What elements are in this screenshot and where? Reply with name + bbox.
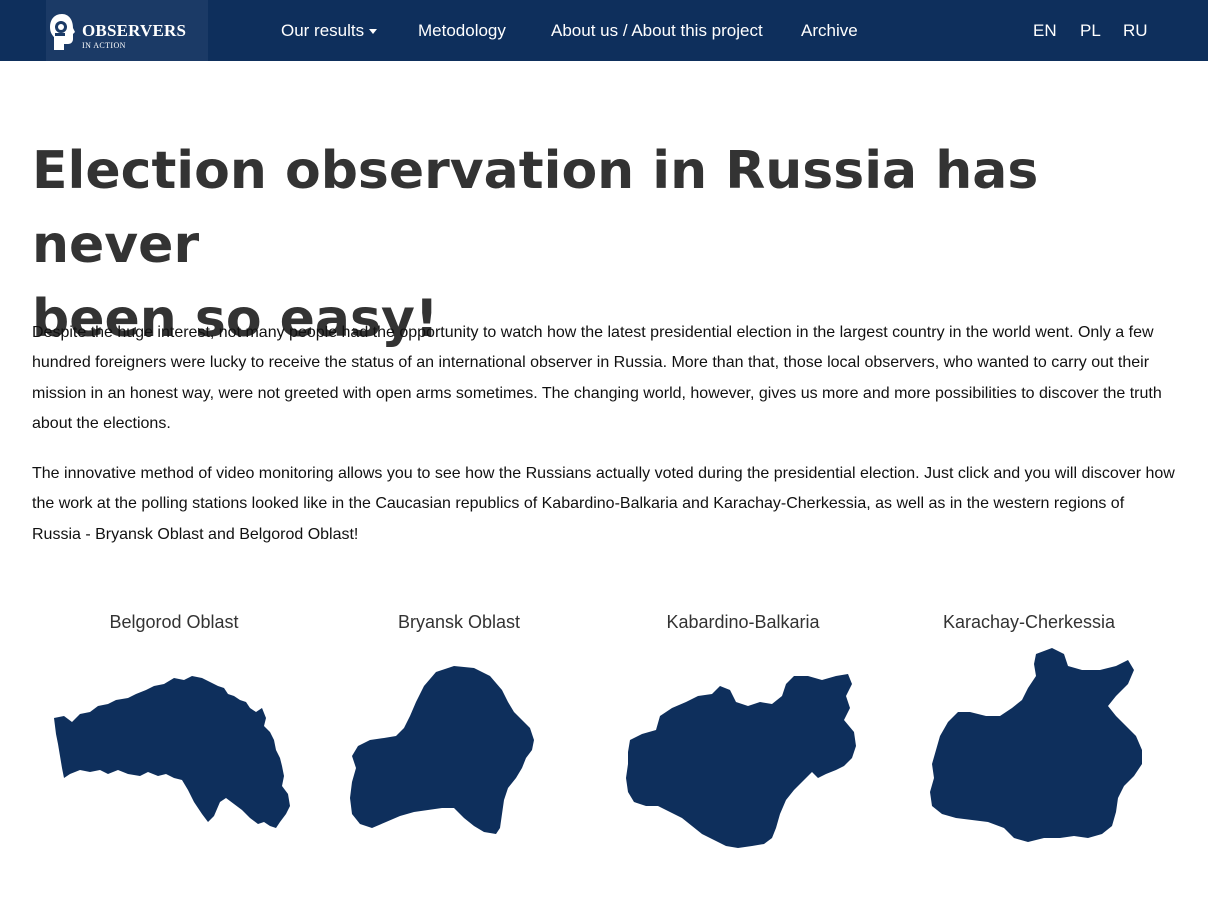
site-logo[interactable]: OBSERVERS IN ACTION — [46, 0, 208, 61]
region-kabardino-balkaria-label[interactable]: Kabardino-Balkaria — [618, 610, 868, 634]
page-title-line-1: Election observation in Russia has never — [32, 141, 1039, 275]
nav-archive[interactable]: Archive — [801, 0, 858, 61]
nav-about-us[interactable]: About us / About this project — [551, 0, 763, 61]
bryansk-map-icon[interactable] — [334, 646, 584, 856]
kabardino-balkaria-map-icon[interactable] — [618, 646, 868, 856]
nav-metodology[interactable]: Metodology — [418, 0, 506, 61]
region-karachay-cherkessia-label[interactable]: Karachay-Cherkessia — [904, 610, 1154, 634]
top-navbar: OBSERVERS IN ACTION Our results Metodolo… — [0, 0, 1208, 61]
logo-title: OBSERVERS — [82, 21, 187, 40]
region-bryansk-label[interactable]: Bryansk Oblast — [334, 610, 584, 634]
logo-subtitle: IN ACTION — [82, 41, 126, 50]
method-paragraph: The innovative method of video monitorin… — [32, 465, 1175, 543]
observer-head-icon — [50, 14, 75, 50]
intro-paragraph: Despite the huge interest, not many peop… — [32, 324, 1162, 433]
nav-our-results-label: Our results — [281, 21, 365, 40]
nav-our-results[interactable]: Our results — [281, 0, 378, 61]
lang-en[interactable]: EN — [1033, 0, 1057, 61]
caret-down-icon — [369, 29, 378, 35]
lang-ru[interactable]: RU — [1123, 0, 1148, 61]
lang-pl[interactable]: PL — [1080, 0, 1101, 61]
belgorod-map-icon[interactable] — [44, 646, 304, 856]
karachay-cherkessia-map-icon[interactable] — [904, 646, 1154, 856]
region-belgorod-label[interactable]: Belgorod Oblast — [44, 610, 304, 634]
